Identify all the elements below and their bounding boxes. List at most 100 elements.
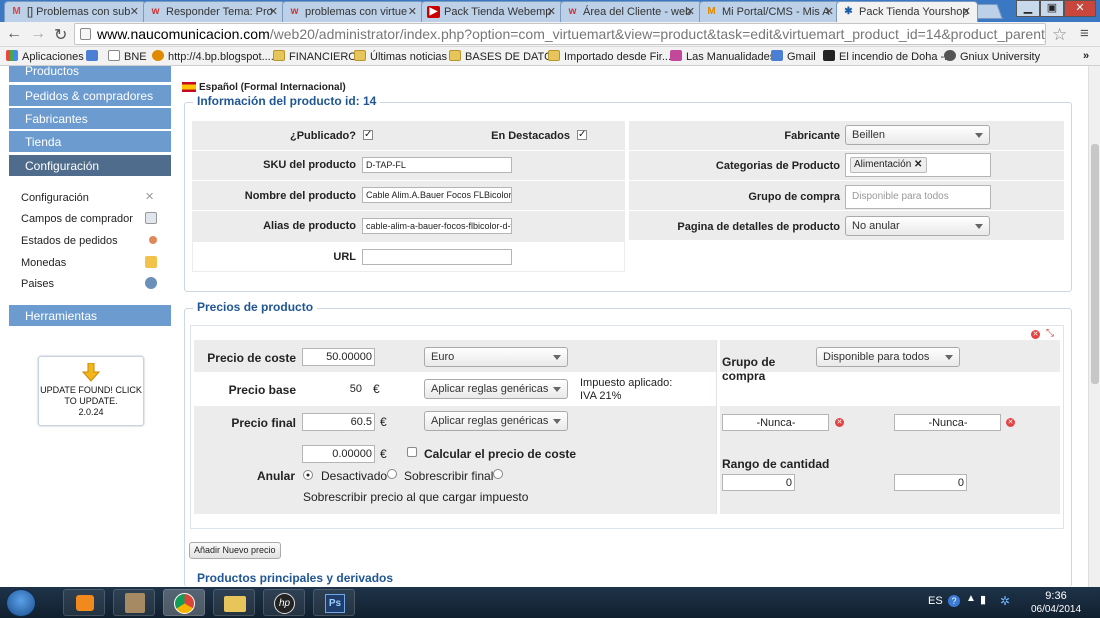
taskbar-hp[interactable]: hp xyxy=(263,589,305,616)
close-icon[interactable]: ✕ xyxy=(686,5,695,18)
close-icon[interactable]: ✕ xyxy=(269,5,278,18)
calc-cost-checkbox[interactable] xyxy=(407,447,417,457)
tab-problemas[interactable]: w problemas con virtue ✕ xyxy=(282,1,424,22)
url-field[interactable]: www.naucomunicacion.com/web20/administra… xyxy=(74,23,1046,45)
language-indicator[interactable]: ES xyxy=(928,595,943,607)
sidebar-tienda[interactable]: Tienda xyxy=(9,131,171,153)
sync-icon[interactable]: ✲ xyxy=(1000,594,1010,608)
currency-select[interactable]: Euro xyxy=(424,347,568,367)
taskbar-media-player[interactable] xyxy=(63,589,105,616)
tab-gmail[interactable]: M [] Problemas con sub ✕ xyxy=(4,1,146,22)
close-icon[interactable]: ✕ xyxy=(825,5,834,18)
bookmark-apps[interactable]: Aplicaciones xyxy=(6,50,84,63)
chrome-icon xyxy=(174,593,195,614)
radio-disabled[interactable]: ● xyxy=(303,470,313,480)
bookmark-manualidades[interactable]: Las Manualidades xyxy=(670,50,775,63)
close-icon[interactable]: ✕ xyxy=(408,5,417,18)
back-icon[interactable]: ← xyxy=(6,25,22,43)
sidebar-item-campos[interactable]: Campos de comprador xyxy=(21,212,163,225)
sku-input[interactable]: D-TAP-FL xyxy=(362,157,512,173)
cost-price-input[interactable]: 50.00000 xyxy=(302,348,375,366)
final-price-input[interactable]: 60.5 xyxy=(302,413,375,431)
bookmark-icon-only[interactable] xyxy=(86,50,102,63)
sidebar-fabricantes[interactable]: Fabricantes xyxy=(9,108,171,130)
published-checkbox[interactable]: ✓ xyxy=(363,130,373,140)
details-page-select[interactable]: No anular xyxy=(845,216,990,236)
menu-icon[interactable]: ≡ xyxy=(1080,25,1089,42)
maximize-button[interactable]: ▣ xyxy=(1040,0,1064,17)
featured-checkbox[interactable]: ✓ xyxy=(577,130,587,140)
clear-date-icon[interactable]: ✕ xyxy=(835,418,844,427)
qty-to-input[interactable]: 0 xyxy=(894,474,967,491)
bookmark-doha[interactable]: El incendio de Doha -... xyxy=(823,50,953,63)
tab-responder[interactable]: w Responder Tema: Pro ✕ xyxy=(143,1,285,22)
remove-tag-icon[interactable]: ✕ xyxy=(914,159,922,170)
bookmark-bne[interactable]: BNE xyxy=(108,50,147,63)
clear-date-icon[interactable]: ✕ xyxy=(1006,418,1015,427)
bookmarks-overflow-icon[interactable]: » xyxy=(1083,50,1089,62)
manufacturer-select[interactable]: Beillen xyxy=(845,125,990,145)
sidebar-item-configuracion[interactable]: Configuración ✕ xyxy=(21,191,163,204)
bookmark-ultimas-noticias[interactable]: Últimas noticias xyxy=(354,50,447,63)
tab-pack-yourshop[interactable]: ✱ Pack Tienda Yourshop ✕ xyxy=(836,1,978,22)
select-value: No anular xyxy=(852,220,900,232)
categories-field[interactable]: Alimentación ✕ xyxy=(845,153,991,177)
taskbar-explorer[interactable] xyxy=(213,589,255,616)
bookmark-financiero[interactable]: FINANCIERO xyxy=(273,50,357,63)
clock-time[interactable]: 9:36 xyxy=(1036,590,1076,602)
scrollbar-thumb[interactable] xyxy=(1091,144,1099,384)
page-scrollbar[interactable] xyxy=(1088,66,1100,587)
price-group-select[interactable]: Disponible para todos xyxy=(816,347,960,367)
close-icon[interactable]: ✕ xyxy=(130,5,139,18)
bookmark-importado[interactable]: Importado desde Fir... xyxy=(548,50,671,63)
star-icon[interactable]: ☆ xyxy=(1052,25,1067,45)
url-input[interactable] xyxy=(362,249,512,265)
sidebar-pedidos[interactable]: Pedidos & compradores xyxy=(9,85,171,107)
clock-date[interactable]: 06/04/2014 xyxy=(1026,604,1086,615)
sidebar-herramientas[interactable]: Herramientas xyxy=(9,305,171,327)
radio-override-tax[interactable] xyxy=(493,469,503,479)
sidebar-configuracion[interactable]: Configuración xyxy=(9,155,171,177)
forward-icon[interactable]: → xyxy=(30,25,46,43)
bookmark-gmail[interactable]: Gmail xyxy=(771,50,816,63)
bookmark-bases-datos[interactable]: BASES DE DATOS xyxy=(449,50,560,63)
add-price-button[interactable]: Añadir Nuevo precio xyxy=(189,542,281,559)
minimize-button[interactable]: ▁ xyxy=(1016,0,1040,17)
tab-mi-portal[interactable]: M Mi Portal/CMS - Mis A ✕ xyxy=(699,1,841,22)
close-icon[interactable]: ✕ xyxy=(962,5,971,18)
qty-from-input[interactable]: 0 xyxy=(722,474,795,491)
radio-override-final[interactable] xyxy=(387,469,397,479)
sidebar-item-monedas[interactable]: Monedas xyxy=(21,256,163,269)
remove-price-icon[interactable]: ✕ xyxy=(1031,330,1040,339)
taskbar-app[interactable] xyxy=(113,589,155,616)
taskbar-photoshop[interactable]: Ps xyxy=(313,589,355,616)
purchase-group-input[interactable]: Disponible para todos xyxy=(845,185,991,209)
rules-select-final[interactable]: Aplicar reglas genéricas xyxy=(424,411,568,431)
help-icon[interactable]: ? xyxy=(948,595,960,607)
taskbar-chrome[interactable] xyxy=(163,589,205,616)
base-price-input[interactable]: 50 xyxy=(302,380,367,398)
close-window-button[interactable]: ✕ xyxy=(1064,0,1096,17)
product-name-input[interactable]: Cable Alim.A.Bauer Focos FLBicolor D xyxy=(362,187,512,203)
start-button[interactable] xyxy=(6,589,36,617)
tab-area-cliente[interactable]: w Área del Cliente - web ✕ xyxy=(560,1,702,22)
close-icon[interactable]: ✕ xyxy=(547,5,556,18)
globe-icon xyxy=(152,50,164,61)
bookmark-gniux[interactable]: Gniux University xyxy=(944,50,1040,63)
date-to-input[interactable]: -Nunca- xyxy=(894,414,1001,431)
override-price-input[interactable]: 0.00000 xyxy=(302,445,375,463)
alias-input[interactable]: cable-alim-a-bauer-focos-flbicolor-d-ta xyxy=(362,218,512,234)
date-from-input[interactable]: -Nunca- xyxy=(722,414,829,431)
reload-icon[interactable]: ↻ xyxy=(54,25,67,45)
tab-pack-webemp[interactable]: ▶ Pack Tienda Webemp ✕ xyxy=(421,1,563,22)
network-icon[interactable]: ▮ xyxy=(980,593,986,606)
update-notice[interactable]: UPDATE FOUND! CLICK TO UPDATE. 2.0.24 xyxy=(38,356,144,426)
sidebar-item-paises[interactable]: Paises xyxy=(21,277,163,290)
rules-select-base[interactable]: Aplicar reglas genéricas xyxy=(424,379,568,399)
bookmark-label: FINANCIERO xyxy=(289,51,357,63)
show-hidden-icon[interactable]: ▲ xyxy=(966,593,976,604)
sidebar-item-estados[interactable]: Estados de pedidos xyxy=(21,235,163,247)
sidebar-productos[interactable]: Productos xyxy=(9,66,171,83)
bookmark-blogspot[interactable]: http://4.bp.blogspot.... xyxy=(152,50,274,63)
expand-icon[interactable]: ⤡ xyxy=(1046,328,1054,339)
